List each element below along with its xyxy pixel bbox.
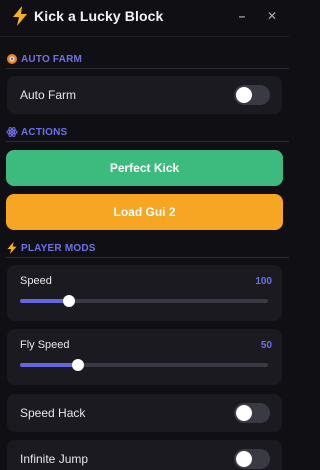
fly-speed-slider-fill [20,363,78,367]
section-header-actions: ACTIONS [6,125,67,139]
speed-slider-thumb[interactable] [63,295,75,307]
section-header-player-mods: PLAYER MODS [6,241,96,255]
fly-speed-label: Fly Speed [20,339,70,351]
speed-slider-card: Speed 100 [7,265,282,321]
toggle-knob [236,87,252,103]
auto-farm-toggle[interactable] [234,85,270,105]
fly-speed-slider-track[interactable] [20,359,268,371]
section-divider [6,141,289,142]
speed-label: Speed [20,275,52,287]
load-gui-button[interactable]: Load Gui 2 [6,194,283,230]
section-divider [6,68,289,69]
toggle-knob [236,451,252,467]
auto-farm-label: Auto Farm [20,88,77,102]
speed-hack-row: Speed Hack [7,394,282,432]
auto-farm-row: Auto Farm [7,76,282,114]
toggle-knob [236,405,252,421]
lightning-icon [13,6,27,26]
speed-hack-toggle[interactable] [234,403,270,423]
section-header-auto-farm: AUTO FARM [6,52,82,66]
fly-speed-slider-thumb[interactable] [72,359,84,371]
title-bar: Kick a Lucky Block – ✕ [0,0,289,32]
infinite-jump-row: Infinite Jump [7,440,282,470]
window-title: Kick a Lucky Block [34,8,164,24]
title-divider [0,36,289,37]
fly-speed-value: 50 [260,340,272,351]
section-label: AUTO FARM [21,53,83,65]
section-label: PLAYER MODS [21,242,96,254]
speed-slider-fill [20,299,69,303]
fly-speed-slider-card: Fly Speed 50 [7,329,282,385]
infinite-jump-label: Infinite Jump [20,452,89,466]
orange-ring-icon [7,54,17,64]
speed-slider-track[interactable] [20,295,268,307]
infinite-jump-toggle[interactable] [234,449,270,469]
close-button[interactable]: ✕ [264,8,280,24]
section-label: ACTIONS [21,126,68,138]
minimize-button[interactable]: – [234,8,250,24]
speed-value: 100 [255,276,272,287]
perfect-kick-button[interactable]: Perfect Kick [6,150,283,186]
atom-icon [6,127,18,137]
lightning-icon [7,242,17,254]
section-divider [6,257,289,258]
speed-hack-label: Speed Hack [20,406,86,420]
